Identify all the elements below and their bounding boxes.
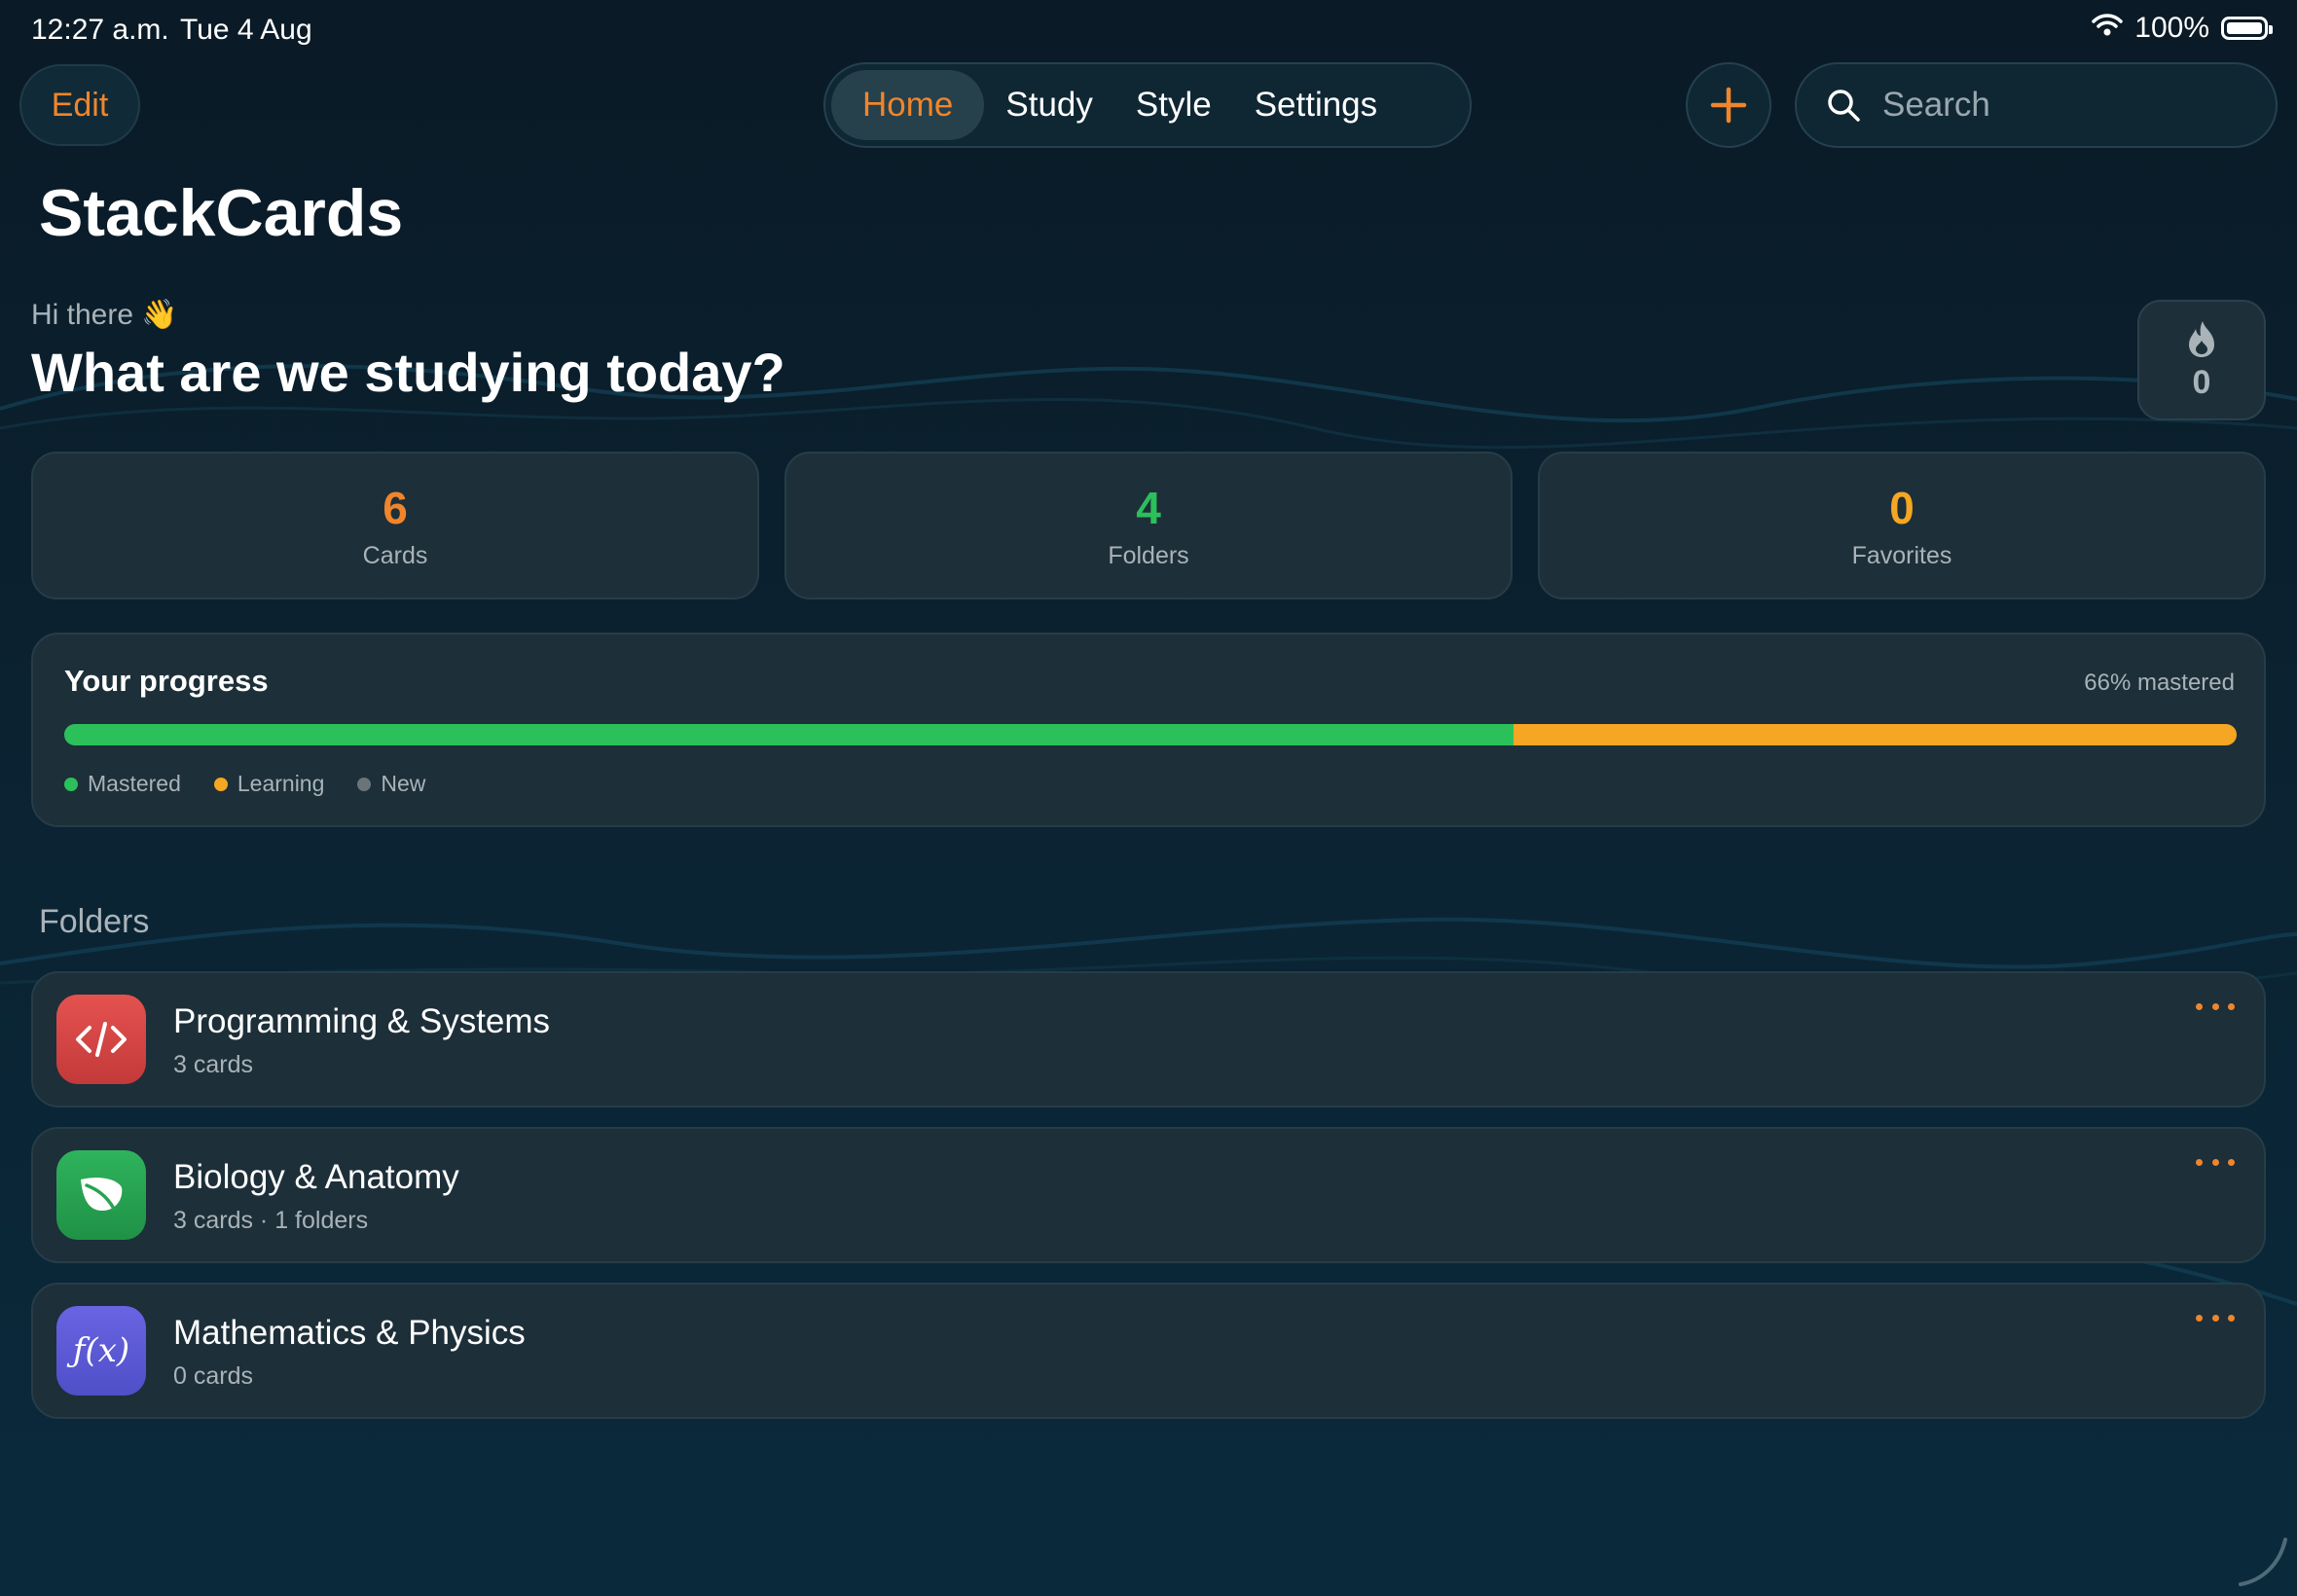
progress-mastered-segment bbox=[64, 724, 1513, 745]
stat-card-cards[interactable]: 6 Cards bbox=[31, 452, 759, 599]
folder-meta: 3 cards bbox=[173, 1051, 253, 1078]
legend-mastered: Mastered bbox=[64, 771, 181, 797]
app-title: StackCards bbox=[39, 176, 404, 250]
tab-bar: Home Study Style Settings bbox=[823, 62, 1472, 148]
status-indicators: 100% bbox=[2092, 12, 2273, 45]
progress-bar bbox=[64, 724, 2237, 745]
legend-dot bbox=[64, 777, 78, 791]
folder-name: Programming & Systems bbox=[173, 1002, 551, 1040]
battery-icon bbox=[2221, 17, 2273, 40]
status-time: 12:27 a.m. bbox=[31, 14, 169, 46]
legend-dot bbox=[357, 777, 372, 791]
legend-learning: Learning bbox=[213, 771, 325, 797]
stat-card-folders[interactable]: 4 Folders bbox=[784, 452, 1513, 599]
streak-badge[interactable]: 0 bbox=[2137, 300, 2266, 420]
edit-button[interactable]: Edit bbox=[19, 64, 140, 146]
legend-new: New bbox=[357, 771, 425, 797]
code-icon bbox=[56, 995, 146, 1084]
more-options-button[interactable] bbox=[2196, 1308, 2235, 1327]
folder-name: Biology & Anatomy bbox=[173, 1158, 459, 1196]
add-button[interactable] bbox=[1686, 62, 1771, 148]
stat-value: 0 bbox=[1889, 482, 1914, 533]
stat-label: Cards bbox=[362, 541, 428, 569]
folders-section-title: Folders bbox=[39, 903, 150, 940]
progress-title: Your progress bbox=[64, 664, 269, 698]
tab-home[interactable]: Home bbox=[831, 70, 985, 140]
legend-label: New bbox=[381, 771, 426, 796]
progress-summary: 66% mastered bbox=[2084, 670, 2235, 696]
stat-value: 6 bbox=[383, 482, 408, 533]
more-options-button[interactable] bbox=[2196, 1152, 2235, 1172]
greeting: Hi there 👋 bbox=[31, 299, 178, 331]
search-icon bbox=[1828, 90, 1860, 122]
more-options-button[interactable] bbox=[2196, 997, 2235, 1016]
search-input[interactable] bbox=[1880, 85, 2254, 126]
stat-label: Folders bbox=[1108, 541, 1189, 569]
folder-row-mathematics[interactable]: ƒ(x) Mathematics & Physics 0 cards bbox=[31, 1283, 2266, 1419]
headline: What are we studying today? bbox=[31, 342, 785, 403]
legend-dot bbox=[213, 777, 228, 791]
search-bar[interactable] bbox=[1795, 62, 2278, 148]
folder-row-programming[interactable]: Programming & Systems 3 cards bbox=[31, 971, 2266, 1107]
resize-handle-icon[interactable] bbox=[2233, 1532, 2291, 1590]
legend-label: Mastered bbox=[88, 771, 181, 796]
battery-percent: 100% bbox=[2134, 12, 2209, 44]
folder-name: Mathematics & Physics bbox=[173, 1314, 526, 1352]
folder-meta: 3 cards · 1 folders bbox=[173, 1207, 369, 1234]
tab-study[interactable]: Study bbox=[984, 70, 1114, 140]
status-date: Tue 4 Aug bbox=[180, 14, 312, 46]
progress-legend: Mastered Learning New bbox=[64, 771, 425, 797]
function-icon: ƒ(x) bbox=[56, 1306, 146, 1396]
progress-card: Your progress 66% mastered Mastered Lear… bbox=[31, 633, 2266, 827]
legend-label: Learning bbox=[237, 771, 325, 796]
stat-value: 4 bbox=[1136, 482, 1161, 533]
tab-style[interactable]: Style bbox=[1114, 70, 1233, 140]
folder-meta: 0 cards bbox=[173, 1362, 253, 1390]
flame-icon bbox=[2189, 320, 2214, 357]
streak-count: 0 bbox=[2192, 363, 2211, 401]
tab-settings[interactable]: Settings bbox=[1233, 70, 1399, 140]
leaf-icon bbox=[56, 1150, 146, 1240]
stat-card-favorites[interactable]: 0 Favorites bbox=[1538, 452, 2266, 599]
wifi-icon bbox=[2092, 12, 2124, 45]
progress-learning-segment bbox=[1513, 724, 2237, 745]
folder-row-biology[interactable]: Biology & Anatomy 3 cards · 1 folders bbox=[31, 1127, 2266, 1263]
plus-icon bbox=[1710, 87, 1747, 124]
stat-label: Favorites bbox=[1851, 541, 1952, 569]
